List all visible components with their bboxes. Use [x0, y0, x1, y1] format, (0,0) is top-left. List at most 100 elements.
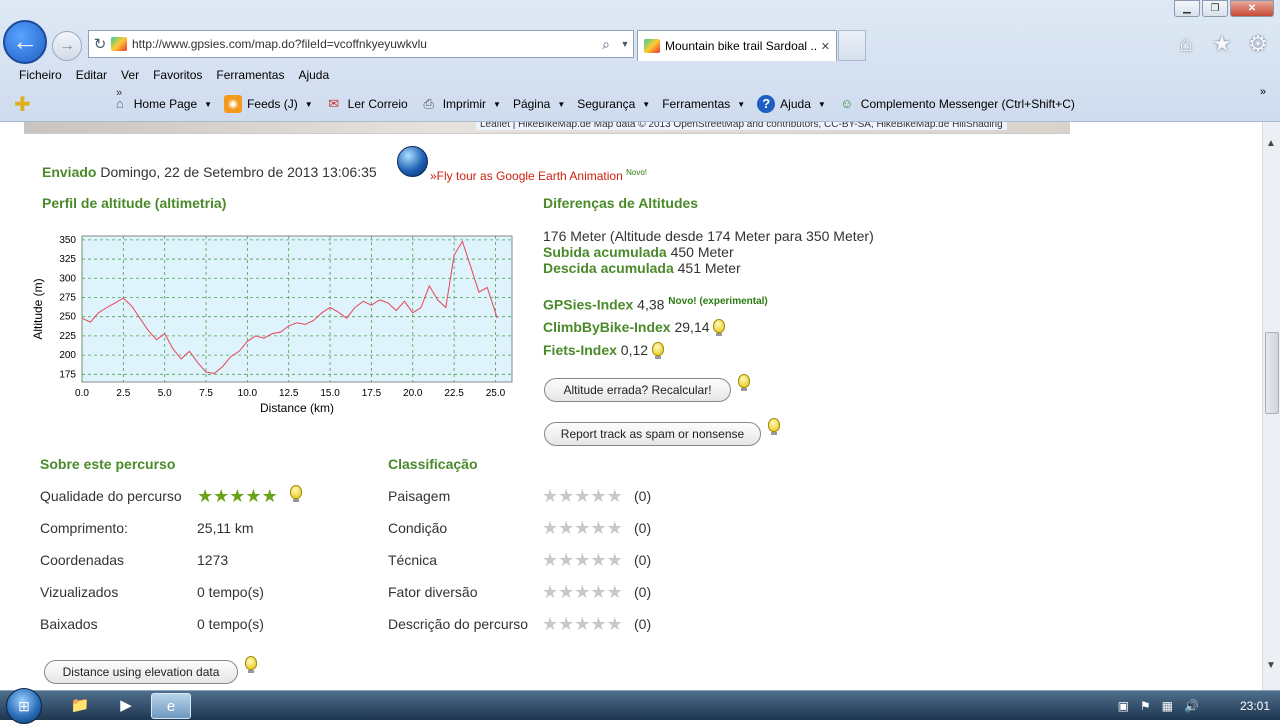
chevron-down-icon[interactable]: ▼ — [737, 100, 745, 109]
maximize-button[interactable]: ❐ — [1202, 0, 1228, 17]
url-input[interactable]: http://www.gpsies.com/map.do?fileId=vcof… — [132, 37, 595, 51]
tray-app-icon[interactable]: ▣ — [1118, 699, 1129, 713]
star-icon[interactable]: ★ — [607, 551, 623, 569]
chevron-down-icon[interactable]: ▼ — [818, 100, 826, 109]
lightbulb-icon[interactable] — [738, 374, 750, 391]
gear-icon[interactable]: ⚙ — [1244, 31, 1272, 57]
tab-active[interactable]: Mountain bike trail Sardoal ... ✕ — [637, 30, 837, 61]
cmd-label: Feeds (J) — [247, 97, 298, 111]
search-icon[interactable]: ⌕ — [595, 36, 617, 53]
report-spam-button[interactable]: Report track as spam or nonsense — [544, 422, 761, 446]
menu-ferramentas[interactable]: Ferramentas — [209, 68, 291, 82]
chevron-down-icon[interactable]: ▼ — [642, 100, 650, 109]
cmd-page[interactable]: Página ▼ — [513, 97, 565, 111]
back-button[interactable]: ← — [3, 20, 47, 64]
chevron-down-icon[interactable]: ▼ — [557, 100, 565, 109]
minimize-button[interactable]: ▁ — [1174, 0, 1200, 17]
star-icon[interactable]: ★ — [558, 519, 574, 537]
star-icon[interactable]: ★ — [574, 551, 590, 569]
new-tab-button[interactable] — [838, 30, 866, 61]
favorites-add-icon[interactable]: ✚ — [14, 92, 31, 117]
cmd-security[interactable]: Segurança ▼ — [577, 97, 650, 111]
cmd-print[interactable]: ⎙ Imprimir ▼ — [420, 95, 501, 113]
menu-editar[interactable]: Editar — [69, 68, 114, 82]
star-icon[interactable]: ★ — [574, 487, 590, 505]
favorites-star-icon[interactable]: ★ — [1208, 31, 1236, 57]
refresh-icon[interactable]: ↻ — [89, 35, 111, 53]
home-icon[interactable]: ⌂ — [1172, 31, 1200, 57]
star-icon[interactable]: ★ — [607, 487, 623, 505]
cmd-read-mail[interactable]: ✉ Ler Correio — [325, 95, 408, 113]
recalculate-altitude-button[interactable]: Altitude errada? Recalcular! — [544, 378, 731, 402]
volume-icon[interactable]: 🔊 — [1184, 699, 1199, 713]
network-icon[interactable]: ▦ — [1162, 699, 1173, 713]
chevron-icon[interactable]: » — [1260, 86, 1266, 98]
star-icon[interactable]: ★ — [558, 615, 574, 633]
cmd-help[interactable]: ? Ajuda ▼ — [757, 95, 826, 113]
rating-stars-paisagem[interactable]: ★ ★ ★ ★ ★ — [542, 487, 623, 505]
star-icon[interactable]: ★ — [542, 583, 558, 601]
star-icon[interactable]: ★ — [542, 615, 558, 633]
cmd-feeds[interactable]: ◉ Feeds (J) ▼ — [224, 95, 313, 113]
cmd-tools[interactable]: Ferramentas ▼ — [662, 97, 745, 111]
scroll-down-icon[interactable]: ▼ — [1266, 660, 1276, 671]
menu-ver[interactable]: Ver — [114, 68, 146, 82]
lightbulb-icon[interactable] — [713, 319, 726, 336]
cmd-label: Ler Correio — [347, 97, 408, 111]
star-icon[interactable]: ★ — [558, 583, 574, 601]
lightbulb-icon[interactable] — [768, 418, 780, 435]
close-window-button[interactable]: ✕ — [1230, 0, 1274, 17]
rating-stars-descricao[interactable]: ★ ★ ★ ★ ★ — [542, 615, 623, 633]
rating-stars-condicao[interactable]: ★ ★ ★ ★ ★ — [542, 519, 623, 537]
menu-favoritos[interactable]: Favoritos — [146, 68, 209, 82]
flytour-label[interactable]: »Fly tour as Google Earth Animation — [430, 169, 623, 183]
lightbulb-icon[interactable] — [651, 342, 664, 359]
rating-stars-tecnica[interactable]: ★ ★ ★ ★ ★ — [542, 551, 623, 569]
star-icon[interactable]: ★ — [590, 519, 606, 537]
star-icon[interactable]: ★ — [574, 583, 590, 601]
forward-button[interactable]: → — [52, 31, 82, 61]
star-icon[interactable]: ★ — [590, 551, 606, 569]
ie-taskbar-icon[interactable]: e — [151, 693, 191, 719]
star-icon[interactable]: ★ — [542, 487, 558, 505]
distance-elevation-button[interactable]: Distance using elevation data — [44, 660, 238, 684]
media-player-taskbar-icon[interactable]: ▶ — [106, 693, 146, 719]
star-icon[interactable]: ★ — [542, 551, 558, 569]
google-earth-icon[interactable] — [397, 146, 428, 177]
star-icon[interactable]: ★ — [607, 583, 623, 601]
star-icon[interactable]: ★ — [607, 519, 623, 537]
star-icon[interactable]: ★ — [574, 519, 590, 537]
map-attribution[interactable]: Leaflet | HikeBikeMap.de Map data © 2013… — [476, 122, 1007, 130]
star-icon[interactable]: ★ — [607, 615, 623, 633]
menu-ajuda[interactable]: Ajuda — [291, 68, 336, 82]
address-bar[interactable]: ↻ http://www.gpsies.com/map.do?fileId=vc… — [88, 30, 634, 58]
scroll-up-icon[interactable]: ▲ — [1266, 138, 1276, 149]
star-icon[interactable]: ★ — [558, 487, 574, 505]
star-icon[interactable]: ★ — [542, 519, 558, 537]
tab-close-icon[interactable]: ✕ — [821, 40, 830, 53]
scrollbar-thumb[interactable] — [1265, 332, 1279, 414]
cmd-messenger[interactable]: ☺ Complemento Messenger (Ctrl+Shift+C) — [838, 95, 1075, 113]
explorer-taskbar-icon[interactable]: 📁 — [60, 693, 100, 719]
star-icon[interactable]: ★ — [590, 487, 606, 505]
star-icon[interactable]: ★ — [558, 551, 574, 569]
lightbulb-icon[interactable] — [245, 656, 257, 673]
vertical-scrollbar[interactable]: ▲ ▼ — [1262, 122, 1280, 690]
clock[interactable]: 23:01 — [1240, 699, 1270, 713]
rating-stars-diversao[interactable]: ★ ★ ★ ★ ★ — [542, 583, 623, 601]
flytour-link[interactable]: »Fly tour as Google Earth Animation Novo… — [430, 168, 647, 183]
start-button[interactable]: ⊞ — [6, 688, 42, 724]
chevron-icon[interactable]: » — [116, 87, 122, 99]
menu-ficheiro[interactable]: Ficheiro — [12, 68, 69, 82]
chevron-down-icon[interactable]: ▼ — [493, 100, 501, 109]
lightbulb-icon[interactable] — [290, 485, 302, 502]
chevron-down-icon[interactable]: ▼ — [305, 100, 313, 109]
cmd-home-page[interactable]: ⌂ Home Page ▼ — [111, 95, 212, 113]
quality-stars: ★ ★ ★ ★ ★ — [197, 487, 278, 505]
address-dropdown-icon[interactable]: ▼ — [617, 39, 633, 49]
star-icon[interactable]: ★ — [590, 615, 606, 633]
chevron-down-icon[interactable]: ▼ — [204, 100, 212, 109]
tray-flag-icon[interactable]: ⚑ — [1140, 699, 1151, 713]
star-icon[interactable]: ★ — [590, 583, 606, 601]
star-icon[interactable]: ★ — [574, 615, 590, 633]
